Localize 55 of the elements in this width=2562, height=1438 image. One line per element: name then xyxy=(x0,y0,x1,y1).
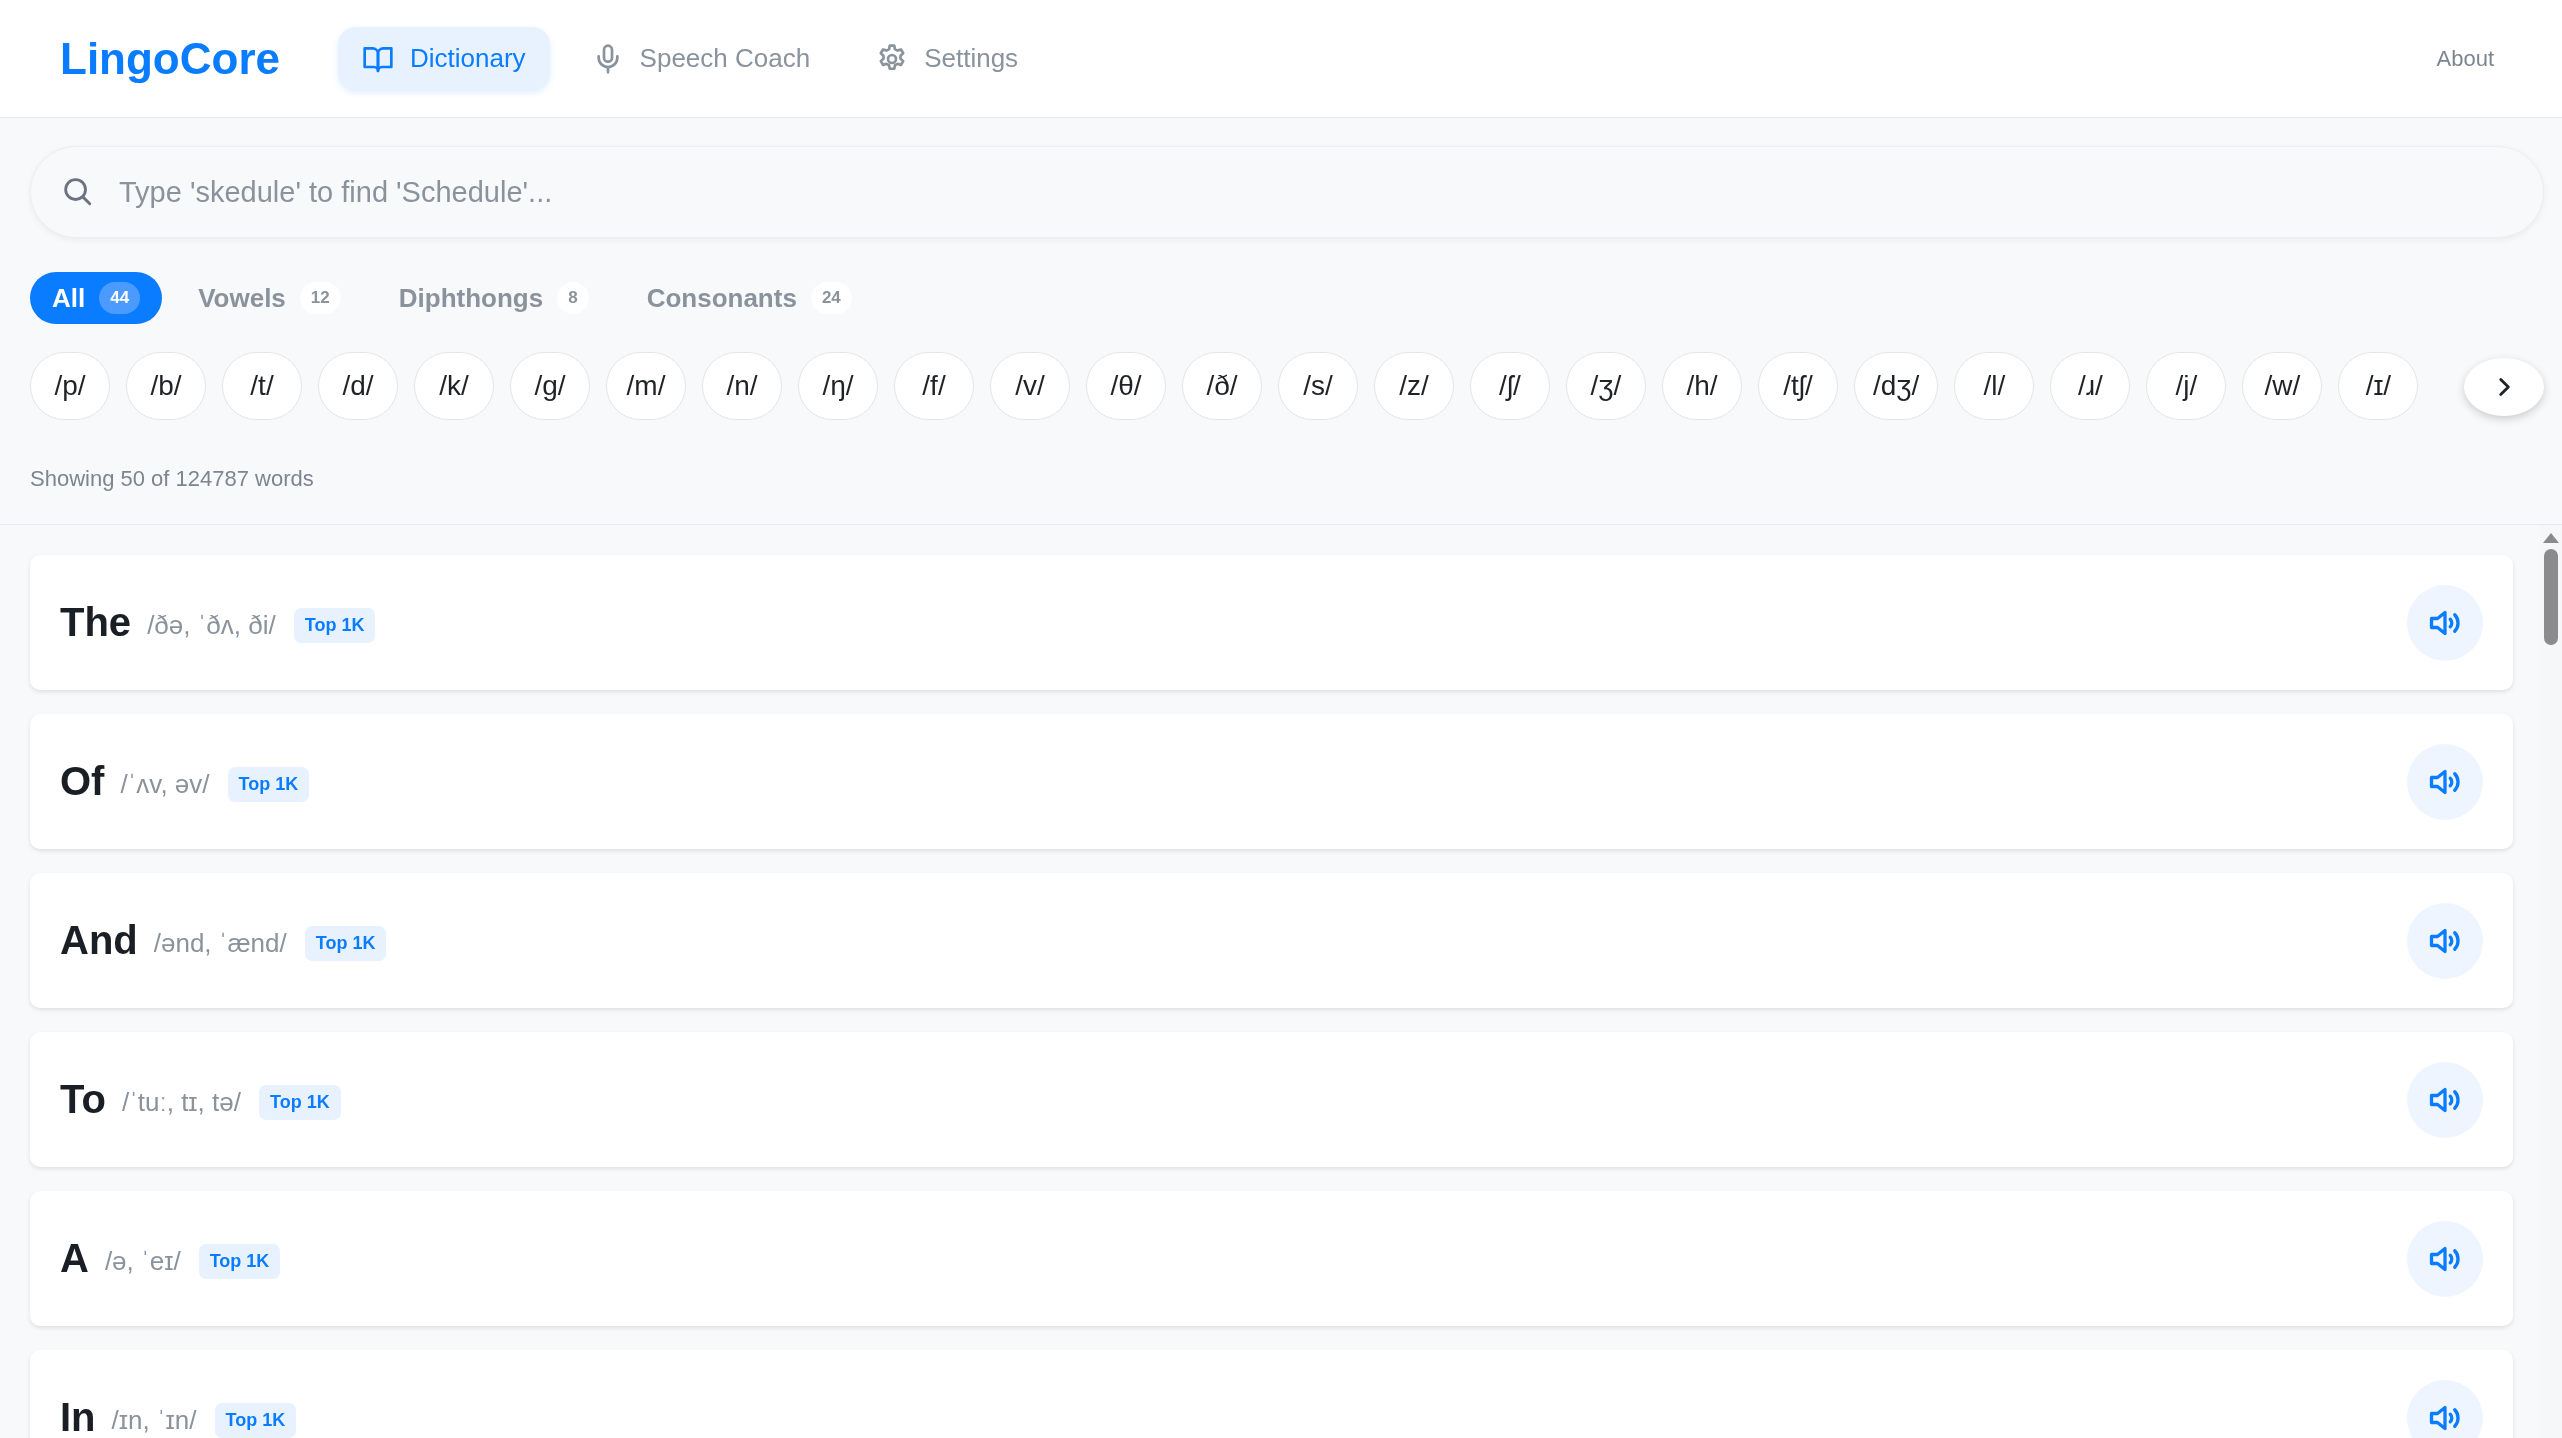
frequency-badge: Top 1K xyxy=(227,767,310,802)
phoneme-chip[interactable]: /g/ xyxy=(510,352,590,420)
count-badge: 12 xyxy=(299,282,341,314)
phoneme-chip[interactable]: /dʒ/ xyxy=(1854,352,1939,420)
play-audio-button[interactable] xyxy=(2407,1379,2483,1438)
word-title: To xyxy=(60,1077,106,1122)
phoneme-chip[interactable]: /p/ xyxy=(30,352,110,420)
phoneme-chip[interactable]: /ʒ/ xyxy=(1566,352,1646,420)
filter-tab[interactable]: All 44 xyxy=(30,272,163,324)
phoneme-chip[interactable]: /t/ xyxy=(222,352,302,420)
about-link[interactable]: About xyxy=(2436,45,2494,72)
phoneme-chip[interactable]: /h/ xyxy=(1662,352,1742,420)
pronunciation: /ɪn, ˈɪn/ xyxy=(111,1405,197,1436)
count-badge: 24 xyxy=(810,282,852,314)
frequency-badge: Top 1K xyxy=(214,1403,297,1438)
phoneme-chip[interactable]: /ð/ xyxy=(1182,352,1262,420)
pronunciation: /ˈʌv, əv/ xyxy=(120,769,210,800)
phoneme-chip[interactable]: /j/ xyxy=(2146,352,2227,420)
scrollbar-thumb[interactable] xyxy=(2544,549,2558,645)
phoneme-chip[interactable]: /d/ xyxy=(318,352,398,420)
word-title: A xyxy=(60,1236,89,1281)
word-title: The xyxy=(60,600,132,645)
frequency-badge: Top 1K xyxy=(293,608,376,643)
frequency-badge: Top 1K xyxy=(304,926,387,961)
phoneme-chip[interactable]: /l/ xyxy=(1954,352,2035,420)
pronunciation: /ˈtuː, tɪ, tə/ xyxy=(121,1087,241,1118)
phoneme-chip[interactable]: /k/ xyxy=(414,352,494,420)
phoneme-chip[interactable]: /ɪ/ xyxy=(2338,352,2419,420)
frequency-badge: Top 1K xyxy=(198,1244,281,1279)
phoneme-chip[interactable]: /θ/ xyxy=(1086,352,1166,420)
pronunciation: /ənd, ˈænd/ xyxy=(153,928,287,959)
scroll-up-icon[interactable] xyxy=(2543,533,2559,543)
phoneme-chip[interactable]: /ʃ/ xyxy=(1470,352,1550,420)
frequency-badge: Top 1K xyxy=(259,1085,341,1120)
phoneme-chip[interactable]: /f/ xyxy=(894,352,974,420)
phoneme-chip[interactable]: /m/ xyxy=(606,352,686,420)
phoneme-chip[interactable]: /v/ xyxy=(990,352,1070,420)
phoneme-chip[interactable]: /n/ xyxy=(702,352,782,420)
word-title: In xyxy=(60,1395,96,1438)
pronunciation: /ðə, ˈðʌ, ði/ xyxy=(147,610,276,641)
phoneme-chip[interactable]: /tʃ/ xyxy=(1758,352,1838,420)
results-summary: Showing 50 of 124787 words xyxy=(30,466,315,492)
phoneme-chip[interactable]: /z/ xyxy=(1374,352,1454,420)
phoneme-chip[interactable]: /s/ xyxy=(1278,352,1358,420)
phoneme-chip[interactable]: /ɹ/ xyxy=(2050,352,2131,420)
word-title: And xyxy=(60,918,138,963)
word-title: Of xyxy=(60,759,105,804)
app-logo: LingoCore xyxy=(60,33,280,84)
count-badge: 8 xyxy=(557,282,589,314)
pronunciation: /ə, ˈeɪ/ xyxy=(104,1246,181,1277)
count-badge: 44 xyxy=(99,282,141,314)
phoneme-chip[interactable]: /b/ xyxy=(126,352,206,420)
search-field[interactable]: Type 'skedule' to find 'Schedule'... xyxy=(30,146,2544,238)
phoneme-chip[interactable]: /ŋ/ xyxy=(798,352,878,420)
phoneme-chip[interactable]: /w/ xyxy=(2242,352,2323,420)
